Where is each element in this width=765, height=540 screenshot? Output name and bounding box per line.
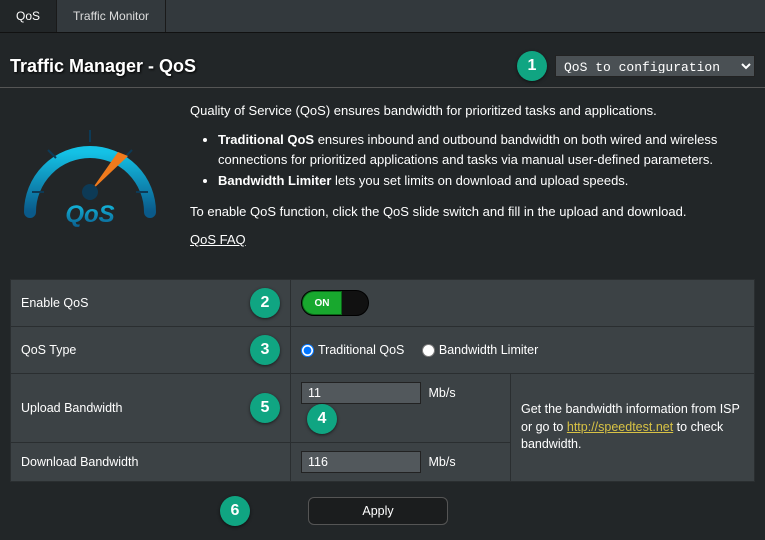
download-bw-input[interactable] xyxy=(301,451,421,473)
step-badge-1: 1 xyxy=(517,51,547,81)
step-badge-5: 5 xyxy=(250,393,280,423)
download-unit: Mb/s xyxy=(428,455,455,469)
tab-traffic-monitor[interactable]: Traffic Monitor xyxy=(57,0,166,32)
intro-line-1: Quality of Service (QoS) ensures bandwid… xyxy=(190,102,755,120)
qos-type-label: QoS Type xyxy=(21,343,76,357)
intro-bullet-2: Bandwidth Limiter lets you set limits on… xyxy=(218,171,755,191)
svg-text:QoS: QoS xyxy=(65,201,114,228)
upload-bw-label: Upload Bandwidth xyxy=(21,401,122,415)
step-badge-2: 2 xyxy=(250,288,280,318)
tab-bar: QoS Traffic Monitor xyxy=(0,0,765,33)
step-badge-6: 6 xyxy=(220,496,250,526)
page-title: Traffic Manager - QoS xyxy=(10,56,196,77)
qos-gauge-icon: QoS xyxy=(10,112,170,242)
enable-qos-label: Enable QoS xyxy=(21,296,88,310)
speedtest-link[interactable]: http://speedtest.net xyxy=(567,420,673,434)
intro-text: Quality of Service (QoS) ensures bandwid… xyxy=(190,102,755,259)
radio-bwlimiter-input[interactable] xyxy=(422,344,435,357)
enable-qos-toggle[interactable]: ON xyxy=(301,290,369,316)
radio-traditional[interactable]: Traditional QoS xyxy=(301,343,404,357)
qos-faq-link[interactable]: QoS FAQ xyxy=(190,232,246,247)
step-badge-3: 3 xyxy=(250,335,280,365)
bandwidth-hint: Get the bandwidth information from ISP o… xyxy=(511,374,755,482)
qos-config-dropdown[interactable]: QoS to configuration xyxy=(555,55,755,77)
radio-traditional-input[interactable] xyxy=(301,344,314,357)
download-bw-label: Download Bandwidth xyxy=(21,455,138,469)
intro-bullet-1: Traditional QoS ensures inbound and outb… xyxy=(218,130,755,169)
upload-unit: Mb/s xyxy=(428,386,455,400)
upload-bw-input[interactable] xyxy=(301,382,421,404)
apply-button[interactable]: Apply xyxy=(308,497,448,525)
toggle-on-label: ON xyxy=(302,291,342,315)
settings-table: Enable QoS 2 ON QoS Type 3 Traditional Q… xyxy=(10,279,755,482)
tab-qos[interactable]: QoS xyxy=(0,0,57,32)
intro-line-2: To enable QoS function, click the QoS sl… xyxy=(190,203,755,221)
radio-bandwidth-limiter[interactable]: Bandwidth Limiter xyxy=(422,343,538,357)
step-badge-4: 4 xyxy=(307,404,337,434)
